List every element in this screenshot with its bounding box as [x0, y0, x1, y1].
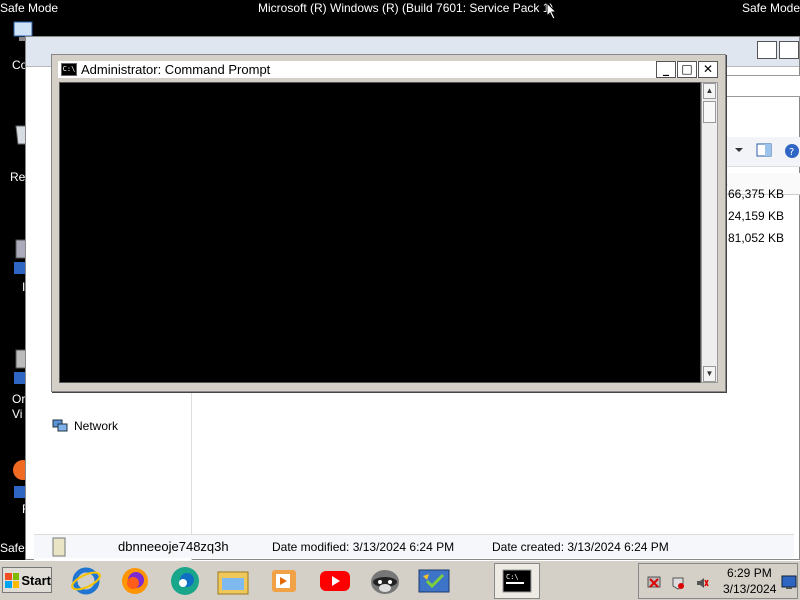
file-size-3: 81,052 KB — [728, 231, 785, 245]
internet-explorer-icon[interactable] — [66, 563, 106, 599]
details-date-modified: Date modified: 3/13/2024 6:24 PM — [272, 540, 455, 554]
command-prompt-window[interactable]: C:\ Administrator: Command Prompt _ □ ✕ … — [51, 54, 726, 392]
windows-flag-icon — [5, 572, 20, 588]
explorer-maximize-button[interactable] — [779, 41, 799, 59]
details-date-created: Date created: 3/13/2024 6:24 PM — [492, 540, 669, 554]
taskbar: Start C:\ 6:29 PM 3/13/2024 — [0, 560, 800, 600]
safe-mode-label-top-right: Safe Mode — [741, 1, 800, 15]
mouse-cursor-icon — [546, 2, 558, 20]
preview-pane-icon[interactable] — [756, 143, 772, 157]
console-scrollbar[interactable]: ▲ ▼ — [701, 82, 718, 383]
action-center-tray-icon[interactable] — [671, 576, 685, 590]
details-file-name: dbnneeoje748zq3h — [118, 539, 229, 554]
youtube-icon[interactable] — [315, 563, 355, 599]
scrollbar-thumb[interactable] — [703, 101, 716, 123]
clock-date[interactable]: 3/13/2024 — [723, 582, 776, 596]
console-output-area[interactable] — [59, 82, 701, 383]
media-player-icon[interactable] — [264, 563, 304, 599]
explorer-window-buttons — [757, 41, 799, 59]
explorer-address-bar[interactable] — [726, 75, 800, 97]
nav-item-network-label: Network — [74, 419, 119, 433]
volume-tray-icon[interactable] — [695, 576, 709, 590]
cmd-window-buttons: _ □ ✕ — [656, 61, 718, 78]
explorer-toolbar: ? — [726, 137, 800, 167]
details-pane: dbnneeoje748zq3h Date modified: 3/13/202… — [34, 534, 794, 558]
cmd-close-button[interactable]: ✕ — [698, 61, 718, 78]
cmd-title: Administrator: Command Prompt — [81, 62, 271, 77]
cmd-minimize-button[interactable]: _ — [656, 61, 676, 78]
file-size-2: 24,159 KB — [728, 209, 785, 223]
network-tray-icon[interactable] — [647, 576, 661, 590]
system-tray: 6:29 PM 3/13/2024 — [638, 563, 798, 599]
system-build-title: Microsoft (R) Windows (R) (Build 7601: S… — [258, 1, 554, 15]
scroll-down-arrow-icon[interactable]: ▼ — [703, 366, 716, 382]
raccoon-app-icon[interactable] — [365, 563, 405, 599]
help-icon[interactable]: ? — [784, 143, 800, 159]
scroll-up-arrow-icon[interactable]: ▲ — [703, 83, 716, 99]
cmd-app-icon: C:\ — [61, 63, 77, 76]
svg-text:?: ? — [789, 147, 794, 158]
explorer-minimize-button[interactable] — [757, 41, 777, 59]
safe-mode-label-top-left: Safe Mode — [0, 1, 59, 15]
firefox-icon[interactable] — [115, 563, 155, 599]
command-prompt-taskbar-icon[interactable]: C:\ — [494, 563, 540, 599]
network-icon — [52, 419, 68, 432]
chevron-down-icon[interactable] — [734, 145, 744, 155]
nav-item-network[interactable]: Network — [52, 418, 118, 434]
cmd-maximize-button[interactable]: □ — [677, 61, 697, 78]
task-app-icon[interactable] — [414, 563, 454, 599]
start-label: Start — [21, 572, 51, 588]
cmd-titlebar[interactable]: C:\ Administrator: Command Prompt _ □ ✕ — [58, 61, 718, 78]
desktop-label-or: Or — [12, 392, 26, 406]
start-button[interactable]: Start — [2, 567, 52, 593]
file-icon — [52, 537, 66, 557]
svg-text:C:\: C:\ — [506, 573, 519, 581]
edge-icon[interactable] — [165, 563, 205, 599]
file-explorer-icon[interactable] — [213, 563, 253, 599]
file-size-1: 66,375 KB — [728, 187, 785, 201]
desktop-label-vi: Vi — [12, 407, 23, 421]
show-desktop-icon[interactable] — [781, 574, 797, 590]
clock-time[interactable]: 6:29 PM — [727, 566, 772, 580]
